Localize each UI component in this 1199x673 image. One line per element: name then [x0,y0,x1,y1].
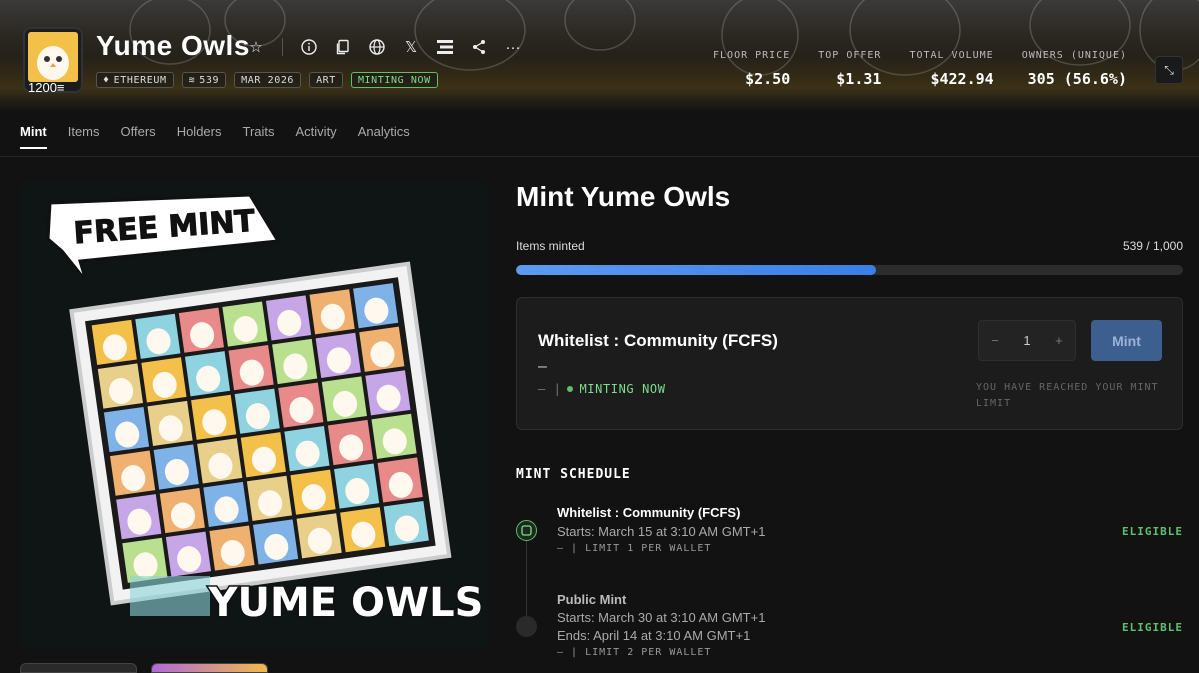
yume-owls-logo-text: YUME OWLS [208,580,484,626]
collection-tags: ♦ ETHEREUM ≋ 539 MAR 2026 ART MINTING NOW [96,72,438,88]
collection-hero-image[interactable]: FREE MINT YUME OWLS [20,181,488,650]
share-icon[interactable] [469,37,489,57]
decrement-button[interactable]: − [991,333,999,348]
public-eligible-badge: ELIGIBLE [1122,621,1183,634]
avatar-count: 1200≡ [28,80,65,95]
more-icon[interactable]: ··· [503,37,523,57]
collection-tabs: Mint Items Offers Holders Traits Activit… [20,124,410,149]
items-minted-label: Items minted [516,239,585,253]
stat-top-offer: TOP OFFER $1.31 [818,50,882,88]
supply-tag: ≋ 539 [181,72,227,88]
schedule-phase-public: Public Mint Starts: March 30 at 3:10 AM … [557,592,766,658]
collection-title: Yume Owls [96,30,250,61]
stat-total-volume: TOTAL VOLUME $422.94 [909,50,994,88]
copy-icon[interactable] [333,37,353,57]
ethereum-icon: ♦ [103,74,110,86]
active-phase-icon [516,520,537,541]
category-tag: ART [309,72,343,88]
marketplace-icon[interactable] [435,37,455,57]
stat-owners: OWNERS (UNIQUE) 305 (56.6%) [1021,50,1127,88]
phase-title: Whitelist : Community (FCFS) [538,331,778,350]
stack-icon: ≋ [188,74,196,86]
quantity-stepper[interactable]: − 1 + [978,320,1076,361]
date-tag: MAR 2026 [234,72,302,88]
mint-button[interactable]: Mint [1091,320,1162,361]
schedule-phase-whitelist: Whitelist : Community (FCFS) Starts: Mar… [557,505,766,554]
stat-floor-price: FLOOR PRICE $2.50 [713,50,791,88]
mint-progress-fill [516,265,876,275]
live-dot-icon [567,386,574,392]
tab-holders[interactable]: Holders [177,124,222,149]
globe-icon[interactable] [367,37,387,57]
phase-price: – [538,358,547,375]
title-actions: ☆ 𝕏 ··· [246,37,523,57]
tab-analytics[interactable]: Analytics [358,124,410,149]
mint-progress-bar [516,265,1183,275]
whitelist-mint-card: Whitelist : Community (FCFS) – – | MINTI… [516,297,1183,430]
mint-limit-note: YOU HAVE REACHED YOUR MINT LIMIT [976,382,1159,409]
thumbnail-1[interactable] [20,663,137,673]
mint-title: Mint Yume Owls [516,181,731,212]
collapse-icon[interactable]: ⤡ [1155,56,1183,84]
collection-stats: FLOOR PRICE $2.50 TOP OFFER $1.31 TOTAL VO… [713,50,1127,88]
phase-status: – | MINTING NOW [538,382,666,396]
thumbnail-2[interactable] [151,663,268,673]
minting-status-tag: MINTING NOW [350,72,438,88]
increment-button[interactable]: + [1055,333,1063,348]
tab-items[interactable]: Items [68,124,100,149]
tab-offers[interactable]: Offers [121,124,156,149]
quantity-value: 1 [1023,333,1031,348]
schedule-timeline [526,541,527,621]
tab-traits[interactable]: Traits [242,124,274,149]
mint-schedule-heading: MINT SCHEDULE [516,467,631,482]
info-icon[interactable] [299,37,319,57]
upcoming-phase-icon [516,616,537,637]
x-twitter-icon[interactable]: 𝕏 [401,37,421,57]
hero-thumbnails [20,663,268,673]
items-minted-count: 539 / 1,000 [1122,239,1183,253]
chain-tag: ♦ ETHEREUM [96,72,174,88]
star-icon[interactable]: ☆ [246,37,266,57]
tab-activity[interactable]: Activity [296,124,337,149]
whitelist-eligible-badge: ELIGIBLE [1122,525,1183,538]
tab-mint[interactable]: Mint [20,124,47,149]
